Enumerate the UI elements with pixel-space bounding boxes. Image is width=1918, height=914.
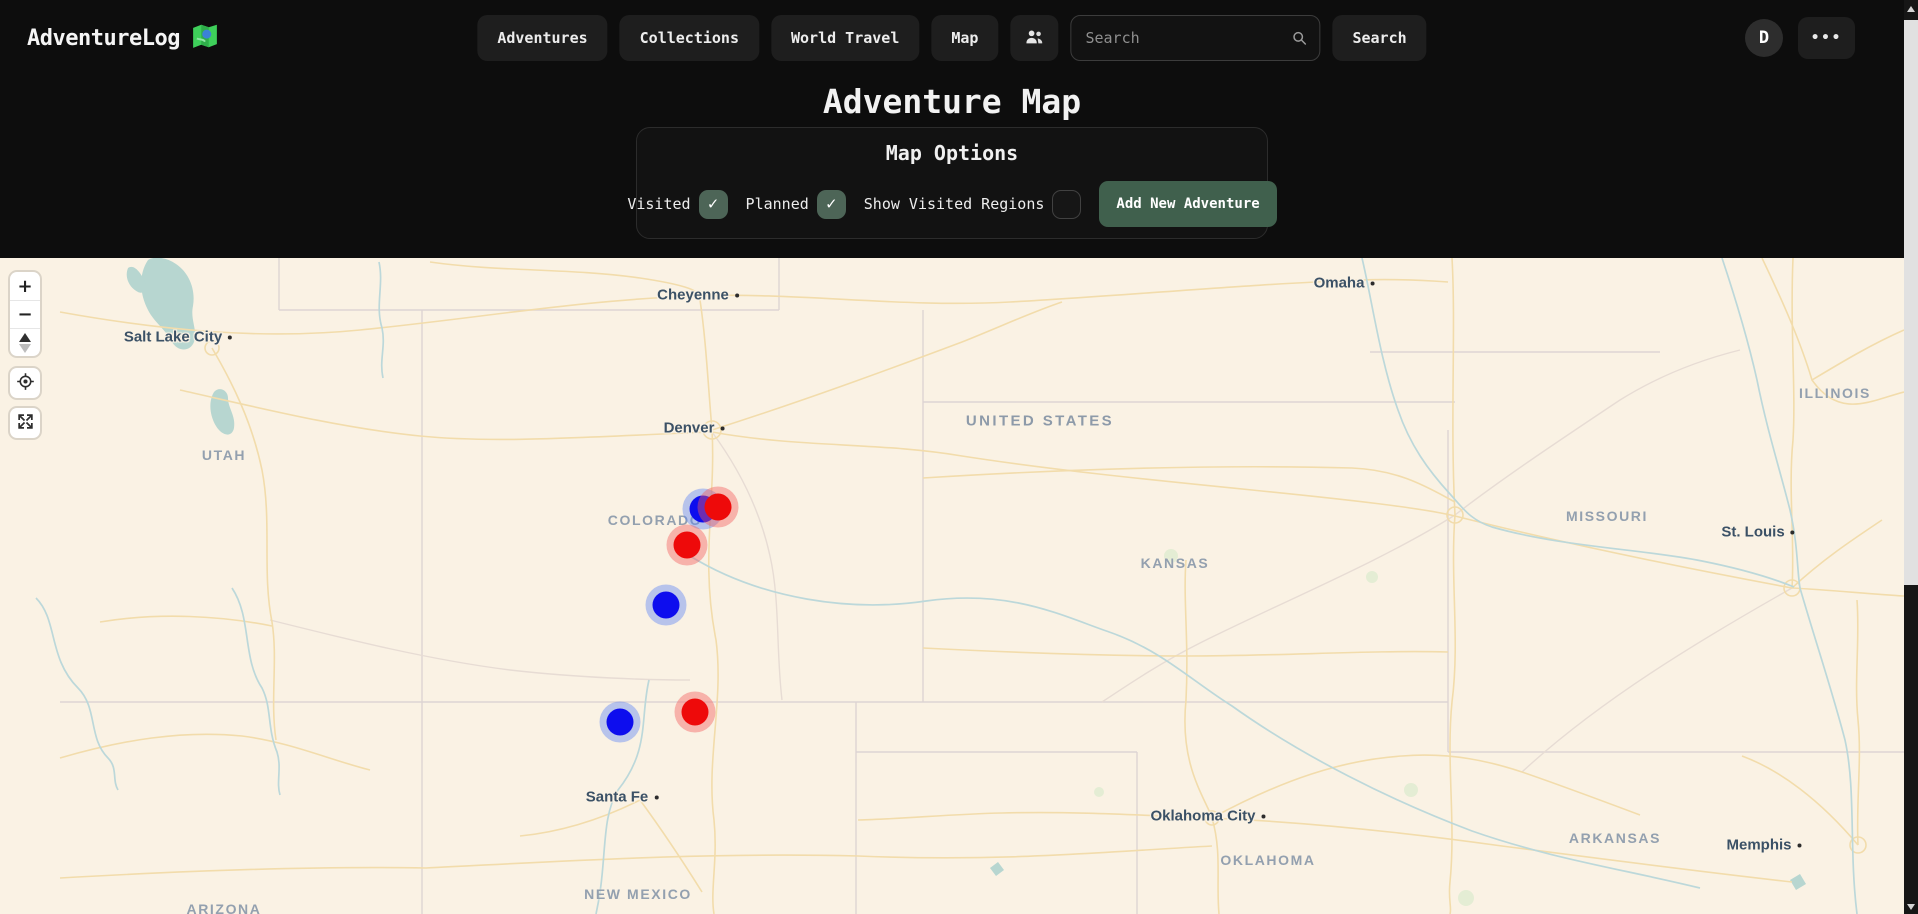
- users-icon: [1023, 26, 1045, 51]
- checkbox-visited[interactable]: ✓: [699, 190, 728, 219]
- page-title: Adventure Map: [0, 82, 1904, 121]
- compass-button[interactable]: [10, 328, 40, 356]
- scrollbar-thumb[interactable]: [1904, 20, 1918, 585]
- add-new-adventure-button[interactable]: Add New Adventure: [1099, 181, 1276, 227]
- map-logo-icon: [190, 21, 220, 55]
- map-canvas[interactable]: Salt Lake City Cheyenne Denver Omaha St. Lou…: [0, 258, 1904, 914]
- state-label-missouri: MISSOURI: [1566, 508, 1648, 524]
- search-box: [1070, 15, 1320, 61]
- nav-button-adventures[interactable]: Adventures: [477, 15, 607, 61]
- fullscreen-icon: [16, 412, 35, 434]
- avatar[interactable]: D: [1745, 19, 1783, 57]
- state-label-colorado: COLORADO: [608, 512, 702, 528]
- state-label-oklahoma: OKLAHOMA: [1220, 852, 1315, 868]
- state-label-illinois: ILLINOIS: [1799, 385, 1871, 401]
- compass-icon: [19, 333, 31, 353]
- toggle-planned: Planned ✓: [746, 190, 846, 219]
- nav-right: D •••: [1745, 0, 1855, 76]
- search-input[interactable]: [1070, 15, 1320, 61]
- state-label-united-states: UNITED STATES: [966, 413, 1114, 430]
- scrollbar-up-arrow[interactable]: [1907, 6, 1915, 12]
- scrollbar-down-arrow[interactable]: [1907, 904, 1915, 910]
- checkbox-show-visited-regions[interactable]: [1052, 190, 1081, 219]
- app-logo[interactable]: AdventureLog: [27, 21, 220, 55]
- state-label-utah: UTAH: [202, 447, 246, 463]
- city-label-santa-fe: Santa Fe: [586, 789, 659, 806]
- city-label-memphis: Memphis: [1726, 837, 1801, 854]
- map-options-row: Visited✓Planned✓Show Visited RegionsAdd …: [653, 181, 1251, 227]
- geolocate-icon: [16, 372, 35, 394]
- adventure-marker-red[interactable]: [682, 699, 709, 726]
- adventure-marker-red[interactable]: [705, 494, 732, 521]
- users-nav-button[interactable]: [1010, 15, 1058, 61]
- adventure-marker-red[interactable]: [674, 532, 701, 559]
- toggle-label-planned: Planned: [746, 195, 809, 213]
- navbar: AdventureLog Adventures Collections World …: [0, 0, 1904, 76]
- fullscreen-button[interactable]: [10, 408, 40, 438]
- map-base-layer: [0, 258, 1904, 914]
- adventure-marker-blue[interactable]: [607, 709, 634, 736]
- map-zoom-controls: + −: [10, 272, 40, 356]
- nav-button-collections[interactable]: Collections: [620, 15, 759, 61]
- city-label-denver: Denver: [664, 420, 725, 437]
- state-label-arizona: ARIZONA: [187, 901, 262, 914]
- search-button[interactable]: Search: [1332, 15, 1426, 61]
- search-icon: [1290, 29, 1308, 47]
- nav-button-world-travel[interactable]: World Travel: [771, 15, 919, 61]
- geolocate-button[interactable]: [10, 368, 40, 398]
- state-label-kansas: KANSAS: [1141, 555, 1210, 571]
- map-options-card: Map Options Visited✓Planned✓Show Visited…: [636, 127, 1268, 239]
- nav-center: Adventures Collections World Travel Map Sea…: [477, 15, 1426, 61]
- nav-button-map[interactable]: Map: [931, 15, 998, 61]
- map-options-title: Map Options: [653, 141, 1251, 165]
- checkbox-planned[interactable]: ✓: [817, 190, 846, 219]
- city-label-oklahoma-city: Oklahoma City: [1150, 808, 1265, 825]
- app-title: AdventureLog: [27, 26, 180, 51]
- toggle-visited: Visited ✓: [627, 190, 727, 219]
- state-label-new-mexico: NEW MEXICO: [584, 886, 692, 902]
- city-label-salt-lake-city: Salt Lake City: [124, 329, 232, 346]
- toggle-label-show-visited-regions: Show Visited Regions: [864, 195, 1045, 213]
- state-label-arkansas: ARKANSAS: [1569, 830, 1661, 846]
- adventure-marker-blue[interactable]: [653, 592, 680, 619]
- page-scrollbar[interactable]: [1904, 0, 1918, 914]
- zoom-in-button[interactable]: +: [10, 272, 40, 300]
- toggle-label-visited: Visited: [627, 195, 690, 213]
- overflow-menu-button[interactable]: •••: [1798, 17, 1855, 59]
- city-label-omaha: Omaha: [1314, 275, 1375, 292]
- city-label-cheyenne: Cheyenne: [657, 287, 739, 304]
- city-label-st-louis: St. Louis: [1721, 524, 1794, 541]
- zoom-out-button[interactable]: −: [10, 300, 40, 328]
- toggle-show-visited-regions: Show Visited Regions: [864, 190, 1082, 219]
